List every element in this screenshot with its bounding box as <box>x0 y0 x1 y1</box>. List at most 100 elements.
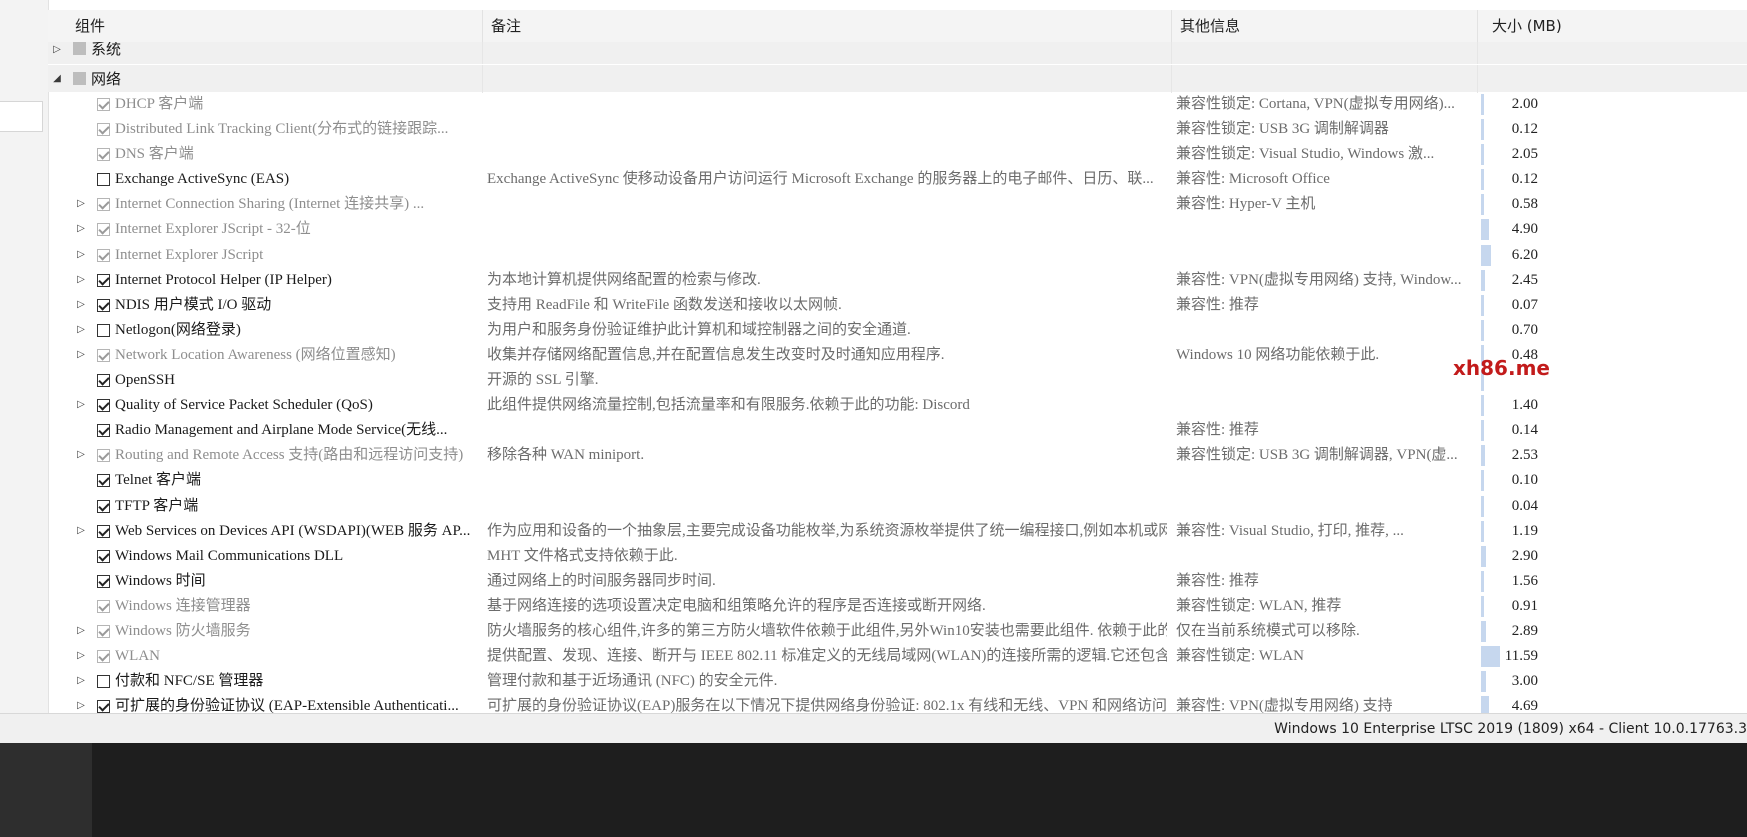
component-row[interactable]: Distributed Link Tracking Client(分布式的链接跟… <box>48 117 1747 142</box>
expand-triangle-icon[interactable]: ▷ <box>75 249 87 261</box>
component-row[interactable]: ▷ 付款和 NFC/SE 管理器 管理付款和基于近场通讯 (NFC) 的安全元件. 3… <box>48 669 1747 694</box>
expand-triangle-icon[interactable]: ▷ <box>75 675 87 687</box>
component-checkbox[interactable] <box>97 549 110 563</box>
component-checkbox[interactable] <box>97 524 110 538</box>
component-checkbox[interactable] <box>97 273 110 287</box>
component-info <box>1176 368 1478 393</box>
component-checkbox[interactable] <box>97 298 110 312</box>
expand-triangle-icon[interactable]: ▷ <box>75 625 87 637</box>
component-info <box>1176 544 1478 569</box>
component-name: Telnet 客户端 <box>115 472 202 489</box>
component-checkbox[interactable] <box>97 650 110 664</box>
component-info: 兼容性锁定: WLAN <box>1176 648 1304 665</box>
component-checkbox[interactable] <box>97 474 110 488</box>
left-pane-item[interactable] <box>0 101 43 132</box>
component-row[interactable]: ▷ Netlogon(网络登录) 为用户和服务身份验证维护此计算机和域控制器之间的安… <box>48 318 1747 343</box>
component-checkbox[interactable] <box>97 399 110 413</box>
component-checkbox[interactable] <box>97 599 110 613</box>
taskbar-start-area[interactable] <box>0 743 92 837</box>
component-info: 兼容性: 推荐 <box>1176 296 1259 313</box>
component-info: 兼容性锁定: Cortana, VPN(虚拟专用网络)... <box>1176 96 1455 112</box>
component-row[interactable]: ▷ NDIS 用户模式 I/O 驱动 支持用 ReadFile 和 WriteFil… <box>48 293 1747 318</box>
component-name: DHCP 客户端 <box>115 96 204 112</box>
component-row[interactable]: TFTP 客户端 0.04 <box>48 494 1747 519</box>
component-checkbox[interactable] <box>97 675 110 689</box>
column-header-size[interactable]: 大小 (MB) <box>1478 10 1578 42</box>
group-checkbox[interactable] <box>73 72 86 85</box>
group-row[interactable]: ▷ 系统 <box>48 42 1747 64</box>
group-name: 系统 <box>91 42 122 58</box>
component-info: 仅在当前系统模式可以移除. <box>1176 622 1360 639</box>
group-name: 网络 <box>91 70 122 88</box>
component-row[interactable]: ▷ Internet Connection Sharing (Internet 连… <box>48 192 1747 217</box>
component-row[interactable]: DHCP 客户端 兼容性锁定: Cortana, VPN(虚拟专用网络)... 2.… <box>48 92 1747 117</box>
component-checkbox[interactable] <box>97 574 110 588</box>
component-checkbox[interactable] <box>97 248 110 262</box>
component-checkbox[interactable] <box>97 323 110 337</box>
status-text: Windows 10 Enterprise LTSC 2019 (1809) x… <box>1274 721 1747 737</box>
component-row[interactable]: Telnet 客户端 0.10 <box>48 468 1747 493</box>
expand-triangle-icon[interactable]: ▷ <box>75 274 87 286</box>
component-size: 3.00 <box>1511 673 1538 690</box>
component-note <box>487 243 1167 268</box>
column-header-component[interactable]: 组件 <box>48 10 483 42</box>
expand-triangle-icon[interactable]: ▷ <box>75 223 87 235</box>
column-header-info[interactable]: 其他信息 <box>1172 10 1478 42</box>
component-checkbox[interactable] <box>97 374 110 388</box>
component-row[interactable]: Windows 时间 通过网络上的时间服务器同步时间. 兼容性: 推荐 1.56 <box>48 569 1747 594</box>
component-size: 4.90 <box>1511 221 1538 238</box>
component-name: Windows 防火墙服务 <box>115 622 251 639</box>
component-row[interactable]: ▷ Internet Explorer JScript - 32-位 4.90 <box>48 217 1747 242</box>
component-row[interactable]: ▷ Windows 防火墙服务 防火墙服务的核心组件,许多的第三方防火墙软件依赖于此… <box>48 619 1747 644</box>
component-info <box>1176 393 1478 418</box>
component-checkbox[interactable] <box>97 449 110 463</box>
group-row[interactable]: ◢ 网络 <box>48 64 1747 93</box>
component-checkbox[interactable] <box>97 148 110 162</box>
expand-triangle-icon[interactable]: ▷ <box>75 198 87 210</box>
component-row[interactable]: DNS 客户端 兼容性锁定: Visual Studio, Windows 激..… <box>48 142 1747 167</box>
component-row[interactable]: ▷ Internet Explorer JScript 6.20 <box>48 243 1747 268</box>
column-header-note[interactable]: 备注 <box>483 10 1172 42</box>
component-row[interactable]: ▷ Web Services on Devices API (WSDAPI)(WE… <box>48 519 1747 544</box>
collapse-triangle-icon[interactable]: ◢ <box>51 73 63 85</box>
component-row[interactable]: Exchange ActiveSync (EAS) Exchange Active… <box>48 167 1747 192</box>
group-checkbox[interactable] <box>73 42 86 55</box>
component-note: 管理付款和基于近场通讯 (NFC) 的安全元件. <box>487 673 778 690</box>
component-size: 0.12 <box>1511 171 1538 188</box>
component-checkbox[interactable] <box>97 123 110 137</box>
component-row[interactable]: ▷ WLAN 提供配置、发现、连接、断开与 IEEE 802.11 标准定义的无线局… <box>48 644 1747 669</box>
component-checkbox[interactable] <box>97 198 110 212</box>
component-checkbox[interactable] <box>97 98 110 111</box>
component-info: 兼容性锁定: USB 3G 调制解调器 <box>1176 121 1389 138</box>
component-name: NDIS 用户模式 I/O 驱动 <box>115 296 272 313</box>
component-size: 11.59 <box>1504 648 1538 665</box>
expand-triangle-icon[interactable]: ▷ <box>75 650 87 662</box>
component-note: 支持用 ReadFile 和 WriteFile 函数发送和接收以太网帧. <box>487 296 842 313</box>
component-size: 0.91 <box>1511 597 1538 614</box>
component-row[interactable]: Radio Management and Airplane Mode Servi… <box>48 418 1747 443</box>
component-checkbox[interactable] <box>97 173 110 187</box>
component-row[interactable]: ▷ Routing and Remote Access 支持(路由和远程访问支持)… <box>48 443 1747 468</box>
component-row[interactable]: Windows Mail Communications DLL MHT 文件格式支… <box>48 544 1747 569</box>
component-note <box>487 468 1167 493</box>
component-checkbox[interactable] <box>97 700 110 714</box>
component-checkbox[interactable] <box>97 624 110 638</box>
component-checkbox[interactable] <box>97 499 110 513</box>
component-info: 兼容性: Microsoft Office <box>1176 171 1330 188</box>
component-info: 兼容性锁定: WLAN, 推荐 <box>1176 597 1342 614</box>
component-row[interactable]: ▷ Quality of Service Packet Scheduler (Qo… <box>48 393 1747 418</box>
expand-triangle-icon[interactable]: ▷ <box>75 449 87 461</box>
component-checkbox[interactable] <box>97 348 110 362</box>
expand-triangle-icon[interactable]: ▷ <box>75 324 87 336</box>
component-checkbox[interactable] <box>97 223 110 237</box>
component-size: 0.14 <box>1511 422 1538 439</box>
expand-triangle-icon[interactable]: ▷ <box>75 525 87 537</box>
component-checkbox[interactable] <box>97 424 110 438</box>
expand-triangle-icon[interactable]: ▷ <box>75 399 87 411</box>
component-row[interactable]: ▷ Internet Protocol Helper (IP Helper) 为本地… <box>48 268 1747 293</box>
expand-triangle-icon[interactable]: ▷ <box>75 299 87 311</box>
component-row[interactable]: Windows 连接管理器 基于网络连接的选项设置决定电脑和组策略允许的程序是否连… <box>48 594 1747 619</box>
expand-triangle-icon[interactable]: ▷ <box>75 700 87 712</box>
expand-triangle-icon[interactable]: ▷ <box>51 44 63 56</box>
expand-triangle-icon[interactable]: ▷ <box>75 349 87 361</box>
